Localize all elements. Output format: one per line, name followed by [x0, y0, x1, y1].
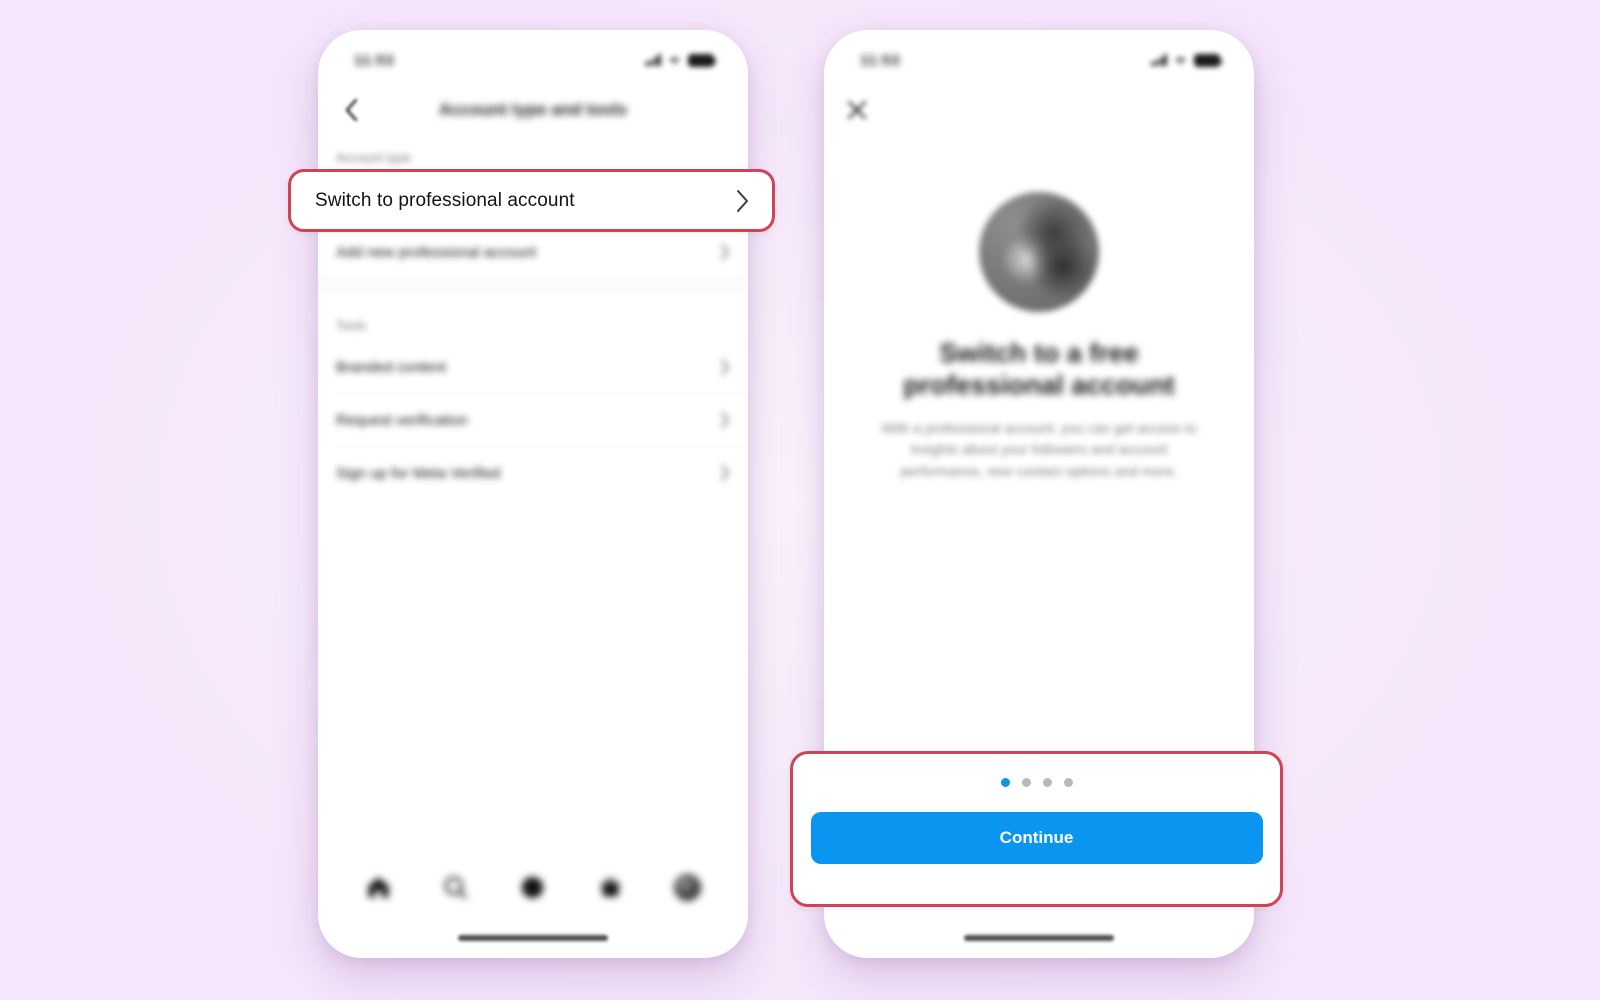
battery-icon [688, 53, 716, 67]
highlighted-onboarding-footer: Continue [790, 751, 1283, 907]
nav-bar-right [824, 84, 1254, 136]
section-label-tools: Tools [336, 318, 367, 333]
profile-avatar[interactable] [673, 873, 701, 901]
profile-photo [979, 192, 1099, 312]
wifi-icon [669, 57, 680, 65]
home-indicator-area-left [318, 918, 748, 958]
highlighted-switch-to-professional-account-row[interactable]: Switch to professional account [288, 169, 775, 232]
home-indicator-area-right [824, 918, 1254, 958]
chevron-right-icon [721, 412, 730, 428]
status-time: 11:53 [354, 51, 395, 69]
nav-bar-left: Account type and tools [318, 84, 748, 136]
section-gap [318, 278, 748, 292]
status-bar-left: 11:53 [318, 30, 748, 84]
screenshot-stage: 11:53 Account type and tools Account typ… [0, 0, 1600, 1000]
settings-list: Account type Switch to professional acco… [318, 136, 748, 856]
chevron-right-icon [736, 189, 750, 213]
cellular-signal-icon [644, 54, 661, 66]
battery-icon [1194, 53, 1222, 67]
pager-dot-2[interactable] [1021, 778, 1031, 787]
cellular-signal-icon [1150, 54, 1167, 66]
page-title: Account type and tools [439, 100, 627, 119]
list-item-label: Request verification [336, 411, 468, 429]
list-item-request-verification[interactable]: Request verification [318, 394, 748, 446]
list-item-branded-content[interactable]: Branded content [318, 341, 748, 393]
shop-icon[interactable] [597, 874, 624, 901]
pager-dot-3[interactable] [1042, 778, 1052, 787]
chevron-left-icon[interactable] [336, 95, 366, 125]
pager-dot-1[interactable] [1000, 778, 1010, 787]
pager-dot-4[interactable] [1063, 778, 1073, 787]
list-item-label: Sign up for Meta Verified [336, 464, 501, 482]
status-bar-right: 11:53 [824, 30, 1254, 84]
status-indicators [1150, 53, 1222, 67]
home-icon[interactable] [365, 874, 392, 901]
close-icon[interactable] [842, 95, 872, 125]
onboarding-panel: Switch to a free professional account Wi… [824, 136, 1254, 718]
continue-button[interactable]: Continue [810, 812, 1263, 864]
search-icon[interactable] [442, 874, 469, 901]
list-item-label: Branded content [336, 358, 447, 376]
status-time: 11:53 [860, 51, 901, 69]
wifi-icon [1175, 57, 1186, 65]
status-indicators [644, 53, 716, 67]
list-item-label: Add new professional account [336, 243, 537, 261]
bottom-tab-bar [318, 856, 748, 918]
list-item-sign-up-for-meta-verified[interactable]: Sign up for Meta Verified [318, 447, 748, 499]
home-indicator [458, 935, 608, 941]
reels-icon[interactable] [519, 874, 546, 901]
chevron-right-icon [721, 359, 730, 375]
pager-dots [1000, 778, 1073, 787]
onboarding-title: Switch to a free professional account [903, 338, 1175, 400]
chevron-right-icon [721, 244, 730, 260]
list-item-add-new-professional-account[interactable]: Add new professional account [318, 226, 748, 278]
section-label-account-type: Account type [336, 150, 412, 165]
home-indicator [964, 935, 1114, 941]
row-label: Switch to professional account [315, 189, 575, 211]
chevron-right-icon [721, 465, 730, 481]
onboarding-body: With a professional account, you can get… [881, 419, 1197, 480]
